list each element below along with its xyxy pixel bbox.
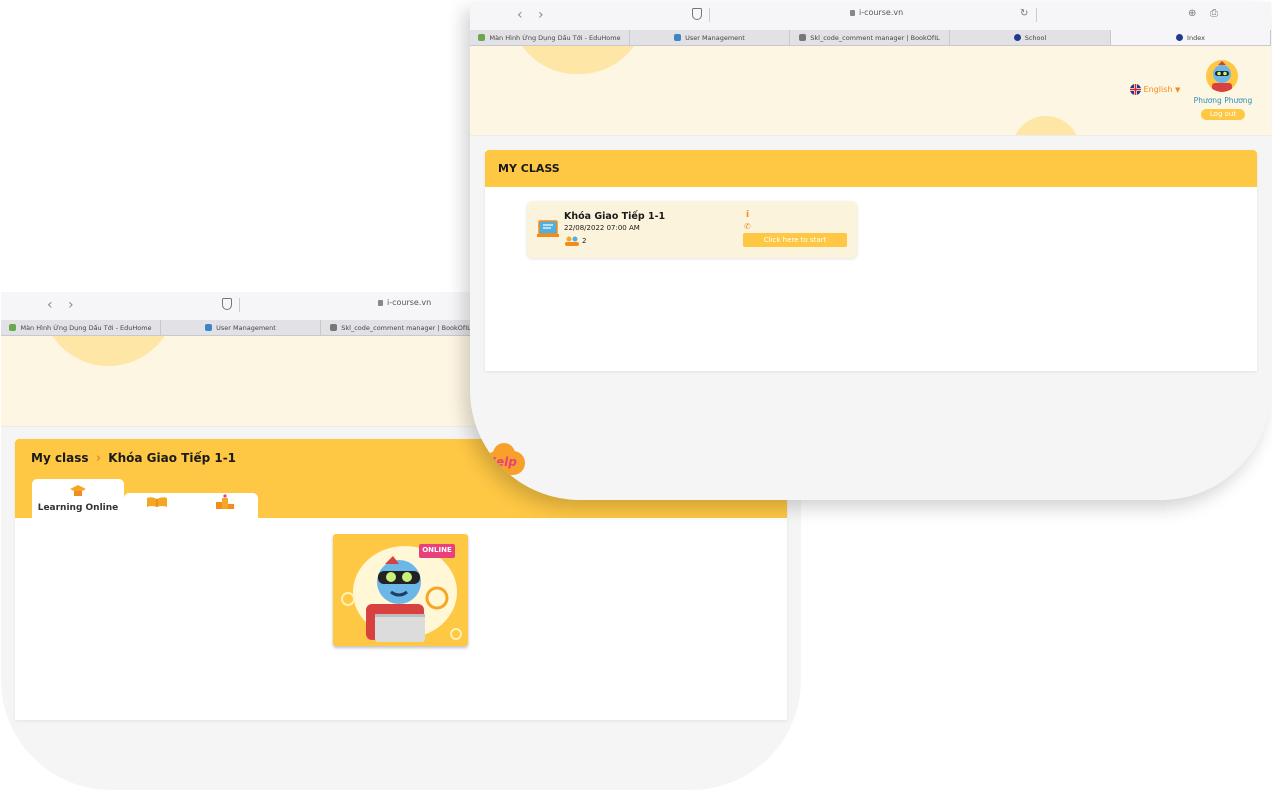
back-tab-1[interactable]: Màn Hình Ứng Dụng Dấu Tới - EduHome	[1, 320, 161, 335]
course-tab-group	[124, 493, 258, 518]
learning-online-card[interactable]: ONLINE	[333, 534, 468, 646]
my-class-title: MY CLASS	[498, 162, 560, 175]
online-badge: ONLINE	[422, 546, 452, 554]
front-tab-strip: Màn Hình Ứng Dụng Dấu Tới - EduHome User…	[470, 30, 1271, 46]
my-class-panel: MY CLASS Khóa Giao Tiếp 1-1 22/08/2022 0…	[485, 150, 1257, 371]
class-card[interactable]: Khóa Giao Tiếp 1-1 22/08/2022 07:00 AM 2…	[527, 201, 857, 258]
front-tab-4-favicon-icon	[1013, 34, 1021, 41]
tab-ranking[interactable]	[191, 493, 258, 518]
front-banner-decoration-top	[510, 46, 646, 74]
breadcrumb-current: Khóa Giao Tiếp 1-1	[108, 451, 237, 465]
front-lock-icon	[850, 9, 855, 16]
start-class-button[interactable]: Click here to start	[743, 233, 847, 247]
reload-icon[interactable]: ↻	[1020, 8, 1028, 20]
front-banner-divider	[470, 135, 1271, 136]
tab-book[interactable]	[124, 493, 191, 518]
help-label: Help	[486, 455, 517, 469]
language-label: English	[1143, 85, 1173, 94]
uk-flag-icon	[1130, 84, 1141, 95]
front-tab-1[interactable]: Màn Hình Ứng Dụng Dấu Tới - EduHome	[470, 30, 630, 45]
back-address-text: i-course.vn	[387, 298, 432, 307]
language-chevron-down-icon: ▼	[1174, 86, 1181, 94]
tab-learning-online-label: Learning Online	[37, 503, 119, 513]
front-browser-toolbar: ‹ › i-course.vn ↻ ⊕ ⎙	[470, 2, 1271, 30]
breadcrumb-my-class[interactable]: My class	[31, 451, 89, 465]
front-nav-forward-icon[interactable]: ›	[538, 7, 544, 23]
logout-button[interactable]: Log out	[1201, 109, 1245, 120]
front-tab-2-favicon-icon	[674, 34, 682, 41]
back-tab-2-favicon-icon	[205, 324, 213, 331]
back-tab-2[interactable]: User Management	[161, 320, 321, 335]
back-address-bar[interactable]: i-course.vn	[378, 298, 431, 307]
robot-avatar-icon	[1212, 61, 1232, 92]
class-title: Khóa Giao Tiếp 1-1	[564, 211, 666, 222]
front-browser-window: ‹ › i-course.vn ↻ ⊕ ⎙ Màn Hình Ứng Dụng …	[470, 2, 1271, 500]
back-lock-icon	[378, 299, 383, 306]
back-tab-1-favicon-icon	[9, 324, 17, 331]
breadcrumb-chevron-icon: ›	[95, 451, 102, 466]
tab-learning-online[interactable]: Learning Online	[32, 479, 124, 518]
phone-icon[interactable]: ✆	[744, 222, 751, 231]
students-icon	[565, 236, 579, 246]
front-addr-divider	[709, 8, 710, 22]
front-tab-5-active[interactable]: Index	[1111, 30, 1271, 45]
help-button[interactable]: Help	[485, 443, 525, 477]
front-address-text: i-course.vn	[859, 8, 904, 17]
front-addr-divider-right	[1036, 8, 1037, 22]
podium-icon	[216, 494, 234, 509]
classroom-board-icon	[537, 220, 559, 237]
avatar[interactable]	[1206, 60, 1238, 92]
back-addr-divider	[239, 298, 240, 312]
back-tab-3-favicon-icon	[330, 324, 338, 331]
front-tab-2[interactable]: User Management	[630, 30, 790, 45]
front-tab-4[interactable]: School	[950, 30, 1111, 45]
language-selector[interactable]: English ▼	[1130, 84, 1180, 95]
download-icon[interactable]: ⊕	[1188, 8, 1196, 20]
back-tab-3[interactable]: Skl_code_comment manager | BookOfIL	[321, 320, 481, 335]
front-tab-3-favicon-icon	[799, 34, 807, 41]
my-class-header: MY CLASS	[485, 150, 1257, 187]
front-nav-back-icon[interactable]: ‹	[517, 7, 523, 23]
front-tab-1-favicon-icon	[478, 34, 486, 41]
open-book-icon	[147, 497, 167, 507]
share-icon[interactable]: ⎙	[1210, 8, 1218, 20]
back-shield-icon[interactable]	[222, 298, 232, 310]
front-tab-5-favicon-icon	[1176, 34, 1184, 41]
class-datetime: 22/08/2022 07:00 AM	[564, 224, 640, 232]
back-nav-back-icon[interactable]: ‹	[47, 297, 53, 313]
user-name: Phương Phương	[1193, 96, 1253, 105]
students-count: 2	[582, 237, 587, 245]
info-icon[interactable]: i	[746, 210, 749, 220]
front-tab-3[interactable]: Skl_code_comment manager | BookOfIL	[790, 30, 950, 45]
back-nav-forward-icon[interactable]: ›	[68, 297, 74, 313]
front-address-bar[interactable]: i-course.vn	[850, 8, 903, 17]
front-banner-decoration-bottom	[1012, 116, 1080, 135]
back-banner-decoration	[41, 336, 176, 366]
front-header-banner: English ▼ Phương Phương Log out	[470, 46, 1271, 135]
breadcrumb: My class › Khóa Giao Tiếp 1-1	[31, 451, 236, 466]
front-shield-icon[interactable]	[692, 8, 702, 20]
graduation-cap-icon	[70, 485, 86, 496]
